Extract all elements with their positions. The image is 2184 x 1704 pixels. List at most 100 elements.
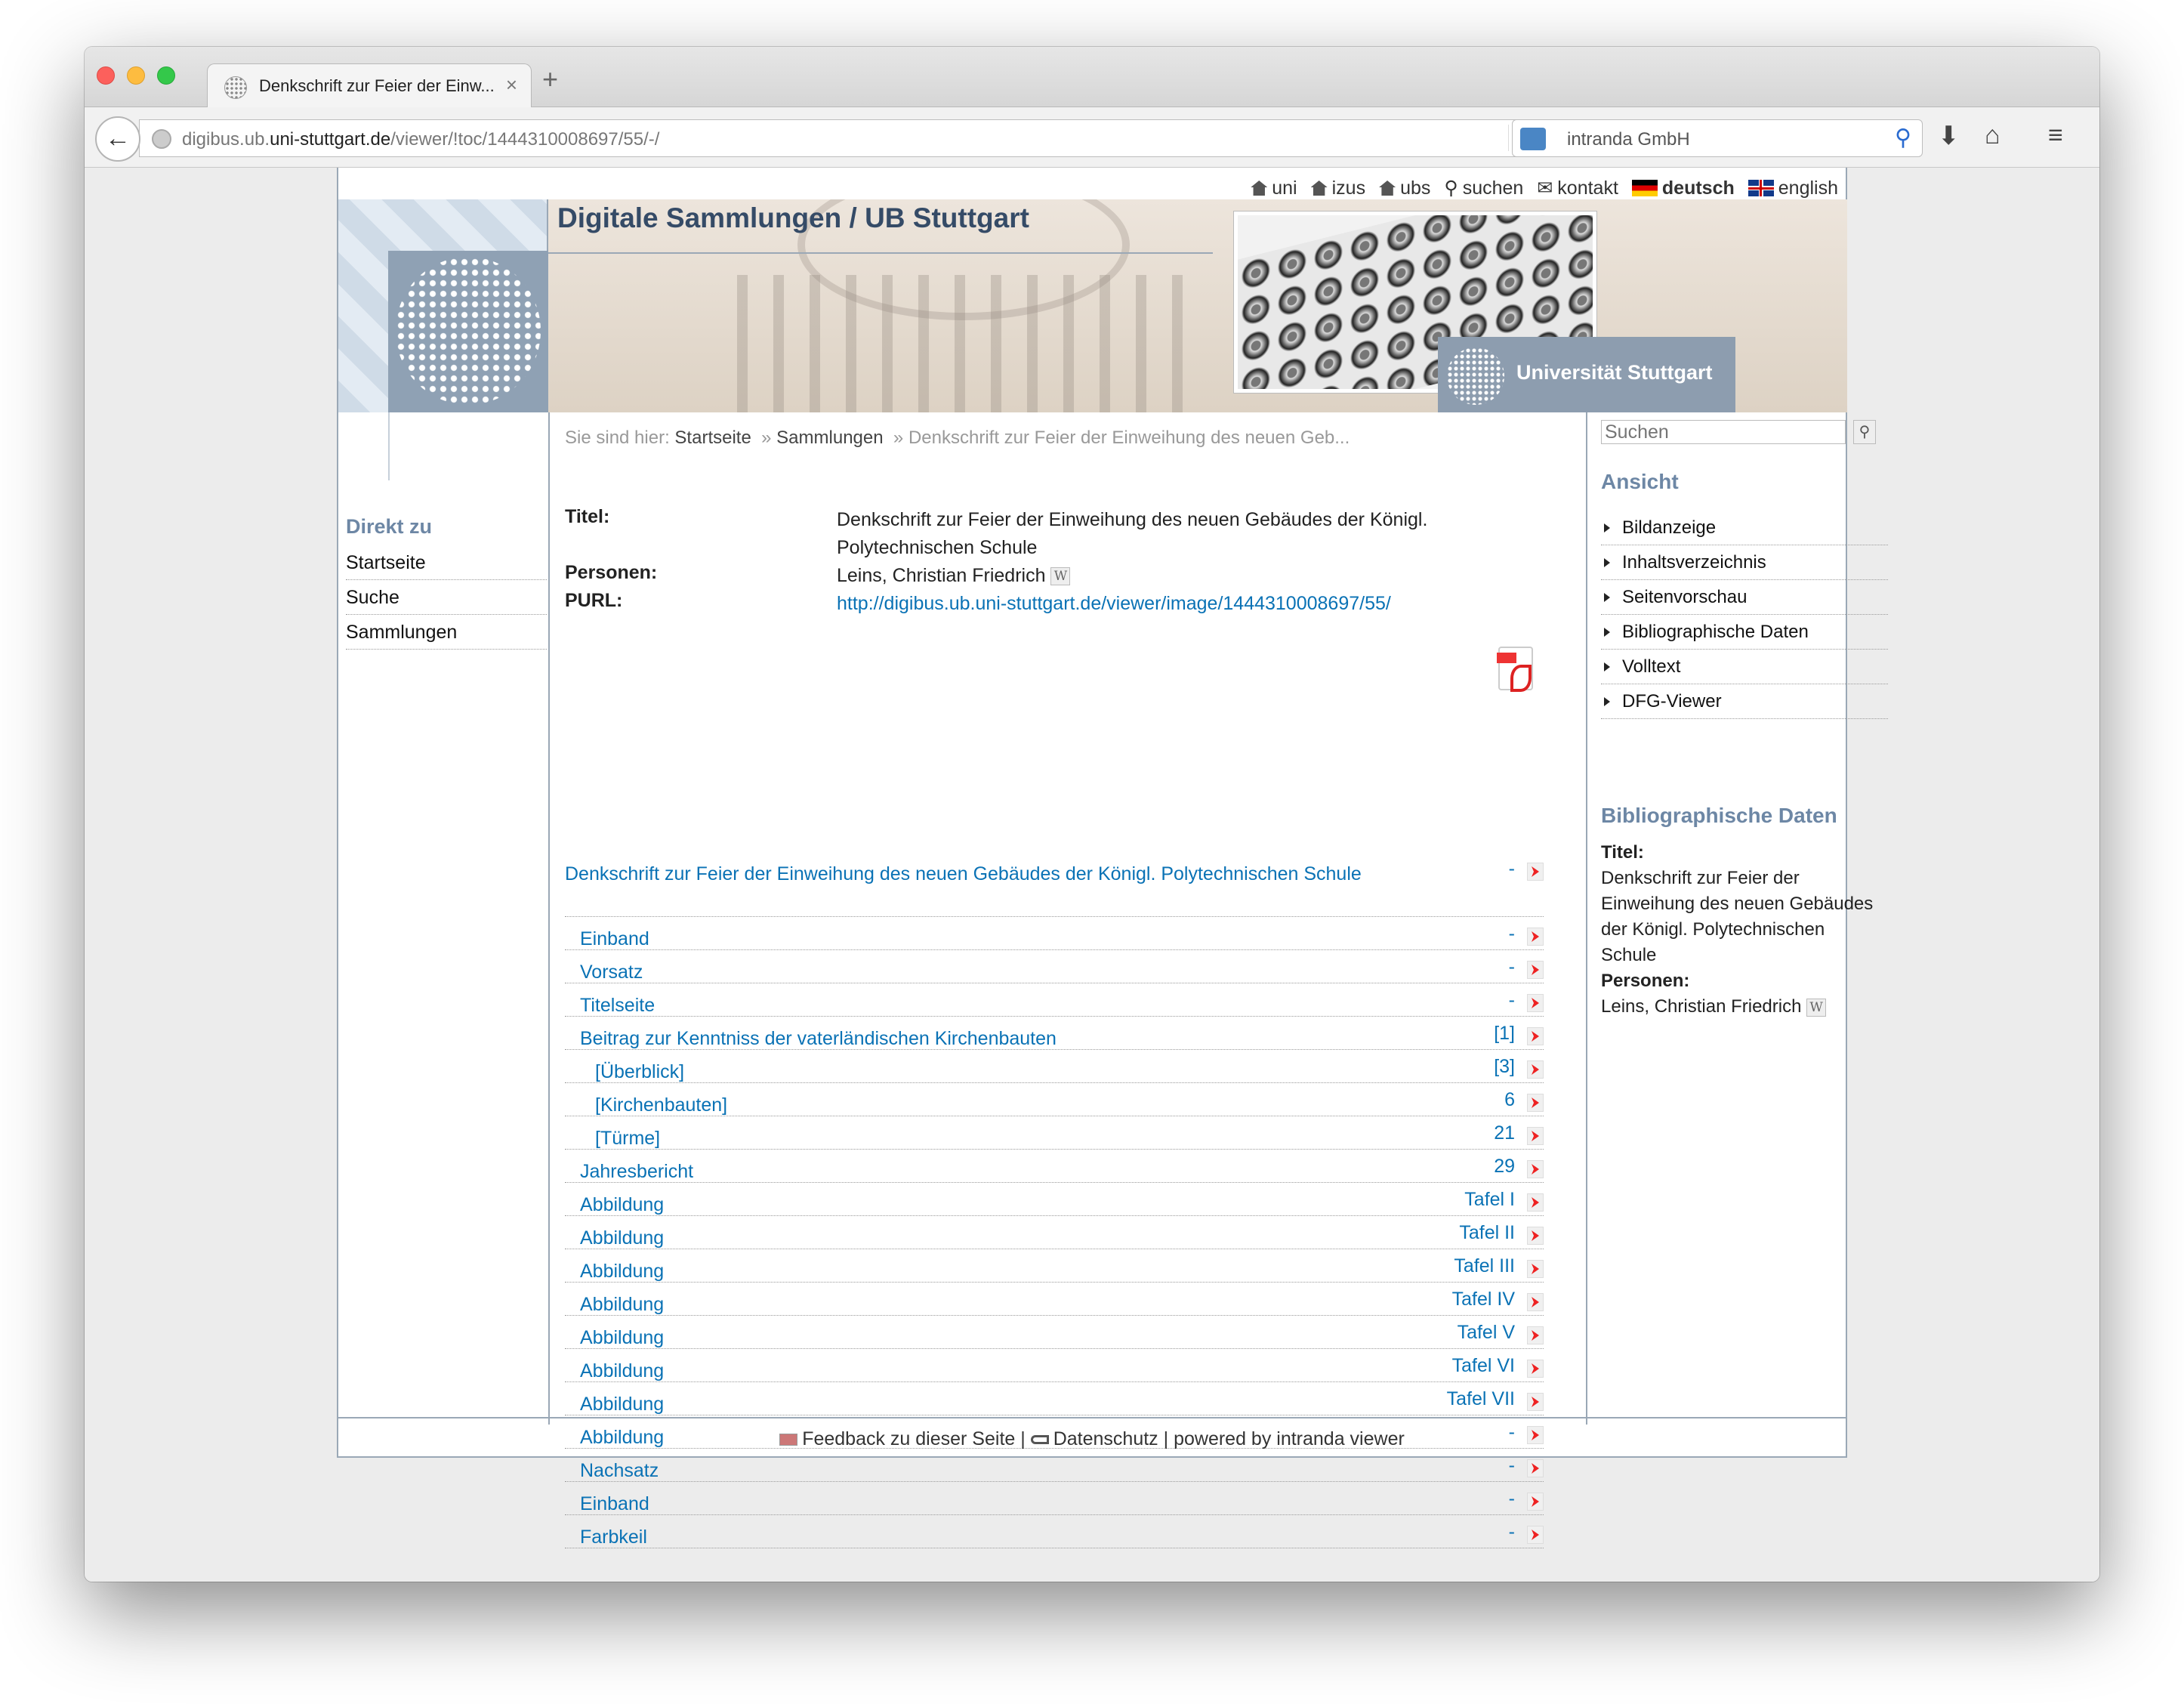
new-tab-button[interactable]: + (542, 63, 558, 95)
lang-english[interactable]: english (1748, 178, 1838, 199)
back-button[interactable]: ← (95, 116, 140, 162)
toc-page-number[interactable]: - (1509, 989, 1515, 1011)
open-page-arrow-icon[interactable] (1527, 1193, 1544, 1212)
wikipedia-icon[interactable]: W (1806, 998, 1827, 1017)
toc-page-number[interactable]: [3] (1494, 1056, 1515, 1078)
toc-row: Einband - (565, 1482, 1544, 1515)
toc-row: Abbildung Tafel VI (565, 1349, 1544, 1382)
open-page-arrow-icon[interactable] (1527, 1459, 1544, 1477)
close-tab-icon[interactable]: × (506, 73, 517, 97)
view-inhaltsverzeichnis[interactable]: Inhaltsverzeichnis (1601, 545, 1888, 580)
toc-page-number[interactable]: - (1509, 956, 1515, 978)
title-label: Titel: (565, 506, 610, 527)
breadcrumb-startseite[interactable]: Startseite (674, 428, 751, 448)
open-page-arrow-icon[interactable] (1527, 1526, 1544, 1544)
address-bar[interactable]: digibus.ub.uni-stuttgart.de/viewer/!toc/… (139, 119, 1550, 157)
breadcrumb-sammlungen[interactable]: Sammlungen (776, 428, 883, 448)
toc-page-number[interactable]: [1] (1494, 1023, 1515, 1045)
search-bar[interactable]: intranda GmbH ⚲ (1512, 119, 1923, 157)
toc-page-number[interactable]: - (1509, 1455, 1515, 1477)
uni-stuttgart-logo[interactable]: Universität Stuttgart (1438, 337, 1735, 412)
browser-tab[interactable]: Denkschrift zur Feier der Einw... × (207, 63, 532, 107)
link-izus[interactable]: izus (1310, 178, 1365, 199)
search-icon[interactable]: ⚲ (1853, 420, 1876, 444)
open-page-arrow-icon[interactable] (1527, 994, 1544, 1012)
home-icon (1379, 181, 1396, 196)
open-page-arrow-icon[interactable] (1527, 1060, 1544, 1079)
toc-page-number[interactable]: Tafel II (1459, 1222, 1515, 1244)
open-page-arrow-icon[interactable] (1527, 1360, 1544, 1378)
privacy-link[interactable]: Datenschutz (1030, 1428, 1158, 1449)
toc-row: Abbildung Tafel II (565, 1216, 1544, 1249)
link-ubs[interactable]: ubs (1379, 178, 1430, 199)
maximize-window-button[interactable] (157, 66, 175, 85)
view-bibliographische-daten[interactable]: Bibliographische Daten (1601, 615, 1888, 650)
uni-logo[interactable] (388, 251, 548, 412)
toc-page-number[interactable]: Tafel I (1464, 1189, 1515, 1211)
toc-page-number[interactable]: - (1509, 1521, 1515, 1543)
toc-page-number[interactable]: Tafel VI (1452, 1355, 1515, 1377)
view-dfg-viewer[interactable]: DFG-Viewer (1601, 684, 1888, 719)
open-page-arrow-icon[interactable] (1527, 1260, 1544, 1278)
open-page-arrow-icon[interactable] (1527, 1160, 1544, 1178)
minimize-window-button[interactable] (127, 66, 145, 85)
home-icon[interactable]: ⌂ (1985, 121, 2000, 150)
purl-link[interactable]: http://digibus.ub.uni-stuttgart.de/viewe… (837, 593, 1391, 614)
view-heading: Ansicht (1601, 470, 1679, 493)
toc-page-number[interactable]: 21 (1494, 1122, 1515, 1144)
toc-row: Jahresbericht 29 (565, 1150, 1544, 1183)
globe-icon (152, 129, 171, 149)
feedback-link[interactable]: Feedback zu dieser Seite (779, 1428, 1015, 1449)
favicon-icon (224, 76, 247, 99)
toc-page-number[interactable]: - (1509, 858, 1515, 880)
link-suchen[interactable]: ⚲ suchen (1444, 177, 1523, 199)
toc-page-number[interactable]: 6 (1504, 1089, 1515, 1111)
open-page-arrow-icon[interactable] (1527, 863, 1544, 881)
toc-page-number[interactable]: Tafel IV (1452, 1289, 1515, 1310)
link-kontakt[interactable]: ✉ kontakt (1537, 177, 1618, 199)
toc-entry-link[interactable]: Denkschrift zur Feier der Einweihung des… (565, 858, 1396, 890)
search-engine-icon[interactable] (1520, 128, 1546, 150)
persons-label: Personen: (565, 562, 658, 583)
toc-page-number[interactable]: Tafel III (1454, 1255, 1515, 1277)
open-page-arrow-icon[interactable] (1527, 1293, 1544, 1311)
view-seitenvorschau[interactable]: Seitenvorschau (1601, 580, 1888, 615)
wikipedia-icon[interactable]: W (1050, 567, 1071, 586)
nav-suche[interactable]: Suche (346, 580, 547, 615)
search-icon[interactable]: ⚲ (1895, 125, 1911, 151)
nav-startseite[interactable]: Startseite (346, 545, 547, 580)
open-page-arrow-icon[interactable] (1527, 1127, 1544, 1145)
close-window-button[interactable] (97, 66, 115, 85)
toc-entry-link[interactable]: Farbkeil (580, 1521, 647, 1553)
toc-page-number[interactable]: - (1509, 923, 1515, 945)
open-page-arrow-icon[interactable] (1527, 1326, 1544, 1344)
bib-title-value: Denkschrift zur Feier der Einweihung des… (1601, 868, 1874, 965)
open-page-arrow-icon[interactable] (1527, 961, 1544, 979)
view-volltext[interactable]: Volltext (1601, 650, 1888, 684)
toc-page-number[interactable]: Tafel V (1458, 1322, 1515, 1344)
open-page-arrow-icon[interactable] (1527, 1094, 1544, 1112)
sidebar-search-input[interactable] (1601, 420, 1846, 444)
pdf-download-icon[interactable] (1497, 647, 1533, 692)
open-page-arrow-icon[interactable] (1527, 1393, 1544, 1411)
toc-page-number[interactable]: 29 (1494, 1156, 1515, 1178)
toc-page-number[interactable]: - (1509, 1488, 1515, 1510)
view-bildanzeige[interactable]: Bildanzeige (1601, 511, 1888, 545)
open-page-arrow-icon[interactable] (1527, 1027, 1544, 1045)
open-page-arrow-icon[interactable] (1527, 928, 1544, 946)
feedback-icon (779, 1434, 798, 1446)
powered-by-link[interactable]: powered by intranda viewer (1174, 1428, 1405, 1449)
breadcrumb: Sie sind hier: Startseite » Sammlungen »… (565, 428, 1350, 448)
key-icon (1030, 1435, 1049, 1445)
lang-deutsch[interactable]: deutsch (1631, 178, 1735, 199)
open-page-arrow-icon[interactable] (1527, 1227, 1544, 1245)
link-uni[interactable]: uni (1251, 178, 1297, 199)
bib-persons-value: Leins, Christian Friedrich (1601, 996, 1802, 1017)
nav-sammlungen[interactable]: Sammlungen (346, 615, 547, 650)
open-page-arrow-icon[interactable] (1527, 1493, 1544, 1511)
site-title[interactable]: Digitale Sammlungen / UB Stuttgart (557, 202, 1029, 234)
bib-heading: Bibliographische Daten (1601, 804, 1837, 827)
toc-page-number[interactable]: Tafel VII (1447, 1388, 1515, 1410)
download-icon[interactable]: ⬇ (1938, 121, 1960, 151)
menu-icon[interactable]: ≡ (2048, 121, 2063, 150)
